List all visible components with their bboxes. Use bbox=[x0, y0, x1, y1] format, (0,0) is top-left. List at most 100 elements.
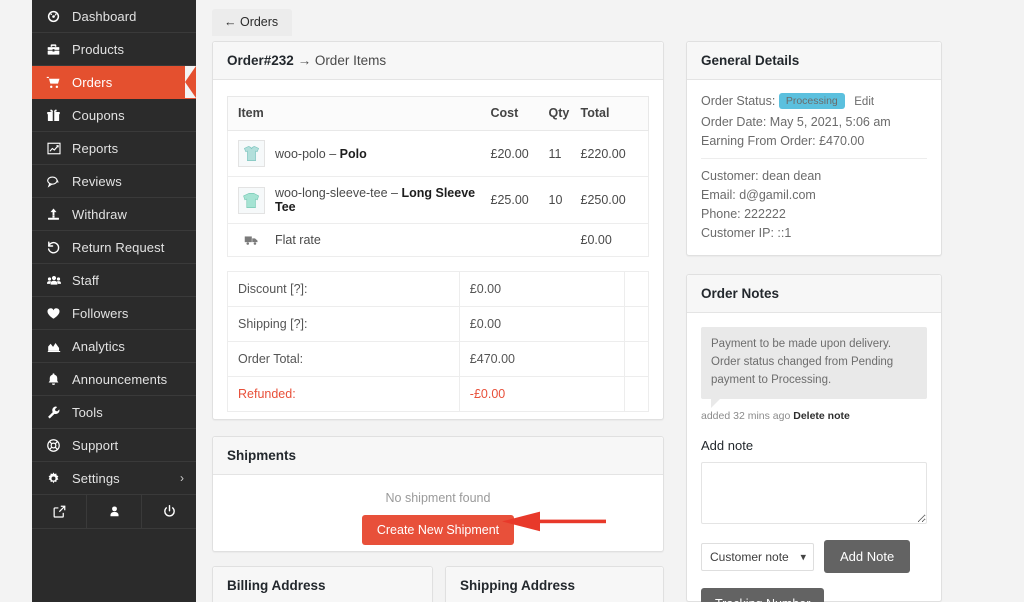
shipping-total: £0.00 bbox=[576, 223, 649, 257]
earning-row: Earning From Order: £470.00 bbox=[701, 134, 927, 148]
shipping-value: £0.00 bbox=[458, 306, 626, 342]
sidebar-item-followers[interactable]: Followers bbox=[32, 297, 196, 330]
sidebar-item-label: Reports bbox=[72, 140, 119, 156]
email-row: Email: d@gamil.com bbox=[701, 188, 927, 202]
upload-icon bbox=[46, 207, 72, 222]
customer-ip-row: Customer IP: ::1 bbox=[701, 226, 927, 240]
sidebar-item-label: Reviews bbox=[72, 173, 122, 189]
order-total-label: Order Total: bbox=[227, 341, 460, 377]
spacer-cell bbox=[624, 306, 649, 342]
order-items-panel: Order#232 → Order Items Item Cost Qty To… bbox=[212, 41, 664, 420]
sidebar-item-tools[interactable]: Tools bbox=[32, 396, 196, 429]
no-shipment-text: No shipment found bbox=[385, 491, 491, 505]
table-row[interactable]: woo-polo – Polo £20.00 11 £220.00 bbox=[227, 130, 649, 177]
totals-row-discount: Discount [?]: £0.00 bbox=[227, 271, 649, 307]
spacer-cell bbox=[624, 376, 649, 412]
sidebar-item-staff[interactable]: Staff bbox=[32, 264, 196, 297]
sidebar-item-label: Dashboard bbox=[72, 8, 137, 24]
tab-strip: ← Orders bbox=[212, 9, 293, 36]
table-row[interactable]: woo-long-sleeve-tee – Long Sleeve Tee £2… bbox=[227, 176, 649, 224]
app-root: Dashboard Products Orders Coupons Report bbox=[0, 0, 1024, 602]
area-chart-icon bbox=[46, 339, 72, 354]
sidebar-item-label: Products bbox=[72, 41, 125, 57]
item-cell: woo-polo – Polo bbox=[227, 130, 487, 177]
sidebar-item-settings[interactable]: Settings › bbox=[32, 462, 196, 495]
sidebar-item-coupons[interactable]: Coupons bbox=[32, 99, 196, 132]
add-note-controls: Customer note Add Note bbox=[701, 540, 927, 574]
shipping-label: Shipping [?]: bbox=[227, 306, 460, 342]
phone-label: Phone: bbox=[701, 207, 741, 221]
table-header-row: Item Cost Qty Total bbox=[227, 96, 649, 131]
undo-arrow-icon bbox=[46, 240, 72, 255]
sidebar-item-label: Analytics bbox=[72, 338, 125, 354]
sidebar-item-label: Staff bbox=[72, 272, 100, 288]
item-total: £220.00 bbox=[576, 130, 649, 177]
phone-row: Phone: 222222 bbox=[701, 207, 927, 221]
sidebar-item-label: Withdraw bbox=[72, 206, 127, 222]
edit-status-link[interactable]: Edit bbox=[854, 96, 874, 108]
gear-icon bbox=[46, 471, 72, 486]
shipping-method-label: Flat rate bbox=[275, 233, 321, 247]
sidebar-item-label: Orders bbox=[72, 74, 113, 90]
shipping-cost bbox=[486, 223, 545, 257]
sidebar-item-orders[interactable]: Orders bbox=[32, 66, 196, 99]
sidebar-item-label: Tools bbox=[72, 404, 103, 420]
item-qty: 11 bbox=[544, 130, 577, 177]
general-details-panel: General Details Order Status: Processing… bbox=[686, 41, 942, 256]
external-link-icon[interactable] bbox=[32, 495, 87, 528]
column-header-cost: Cost bbox=[486, 96, 545, 131]
sidebar-item-analytics[interactable]: Analytics bbox=[32, 330, 196, 363]
create-new-shipment-button[interactable]: Create New Shipment bbox=[361, 515, 515, 545]
sidebar-item-reviews[interactable]: Reviews bbox=[32, 165, 196, 198]
order-status-row: Order Status: Processing Edit bbox=[701, 93, 927, 110]
tracking-number-button[interactable]: Tracking Number bbox=[701, 588, 825, 602]
order-note-item: Payment to be made upon delivery. Order … bbox=[701, 327, 927, 409]
sidebar-item-reports[interactable]: Reports bbox=[32, 132, 196, 165]
add-note-textarea[interactable] bbox=[701, 462, 927, 525]
customer-value: dean dean bbox=[762, 169, 822, 183]
email-label: Email: bbox=[701, 188, 736, 202]
table-row-shipping: Flat rate £0.00 bbox=[227, 223, 649, 257]
sidebar-item-announcements[interactable]: Announcements bbox=[32, 363, 196, 396]
sidebar-item-products[interactable]: Products bbox=[32, 33, 196, 66]
tab-back-to-orders[interactable]: ← Orders bbox=[212, 9, 293, 36]
shipping-qty bbox=[544, 223, 577, 257]
polo-shirt-thumbnail-icon bbox=[238, 140, 265, 167]
speech-bubble-icon bbox=[46, 174, 72, 189]
order-notes-title: Order Notes bbox=[687, 275, 941, 313]
sidebar: Dashboard Products Orders Coupons Report bbox=[32, 0, 196, 602]
note-type-select-wrapper[interactable]: Customer note bbox=[701, 542, 814, 571]
phone-value: 222222 bbox=[744, 207, 786, 221]
general-details-title: General Details bbox=[687, 42, 941, 80]
customer-ip-label: Customer IP: bbox=[701, 226, 774, 240]
user-icon[interactable] bbox=[87, 495, 142, 528]
people-icon bbox=[46, 273, 72, 288]
add-note-heading: Add note bbox=[701, 438, 754, 454]
sidebar-item-support[interactable]: Support bbox=[32, 429, 196, 462]
order-totals-table: Discount [?]: £0.00 Shipping [?]: £0.00 … bbox=[227, 271, 649, 412]
sidebar-item-label: Return Request bbox=[72, 239, 165, 255]
order-date-row: Order Date: May 5, 2021, 5:06 am bbox=[701, 115, 927, 129]
sidebar-item-dashboard[interactable]: Dashboard bbox=[32, 0, 196, 33]
order-items-subtitle: → Order Items bbox=[297, 53, 387, 68]
delete-note-link[interactable]: Delete note bbox=[793, 410, 850, 422]
refunded-value: -£0.00 bbox=[458, 376, 626, 412]
gift-icon bbox=[46, 108, 72, 123]
add-note-button[interactable]: Add Note bbox=[824, 540, 911, 574]
note-added-time: added 32 mins ago bbox=[701, 410, 794, 423]
sidebar-item-label: Followers bbox=[72, 305, 129, 321]
customer-label: Customer: bbox=[701, 169, 759, 183]
billing-address-title: Billing Address bbox=[213, 567, 432, 602]
chart-line-icon bbox=[46, 141, 72, 156]
status-badge: Processing bbox=[778, 93, 845, 109]
power-icon[interactable] bbox=[142, 495, 196, 528]
customer-ip-value: ::1 bbox=[777, 226, 792, 240]
sidebar-item-withdraw[interactable]: Withdraw bbox=[32, 198, 196, 231]
shipping-address-panel: Shipping Address bbox=[445, 566, 664, 602]
sidebar-item-label: Settings bbox=[72, 470, 120, 486]
sidebar-item-return-request[interactable]: Return Request bbox=[32, 231, 196, 264]
order-date-label: Order Date: bbox=[701, 115, 767, 129]
note-type-select[interactable]: Customer note bbox=[701, 542, 814, 571]
column-header-qty: Qty bbox=[544, 96, 577, 131]
order-items-table: Item Cost Qty Total woo-polo – Polo £20.… bbox=[227, 96, 649, 257]
